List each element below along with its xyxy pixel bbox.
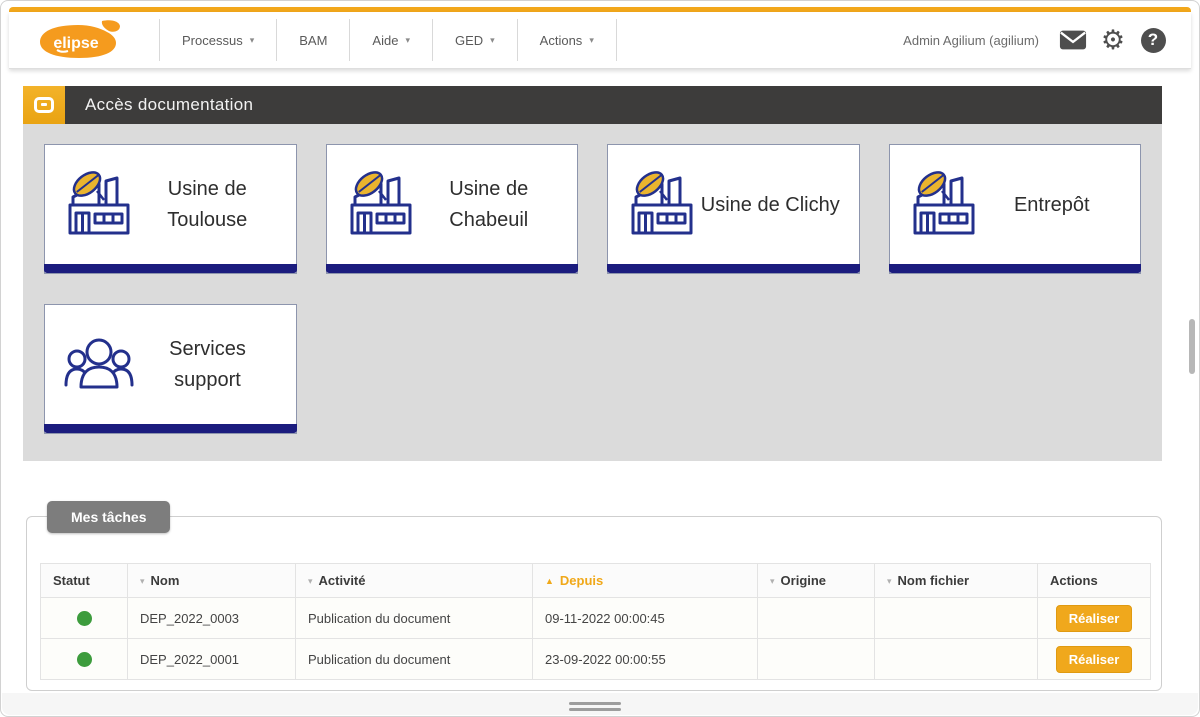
chevron-down-icon: ▾ — [589, 34, 594, 45]
resize-handle[interactable] — [569, 702, 621, 714]
column-label: Nom — [150, 573, 180, 588]
menu-item-label: GED — [454, 32, 484, 48]
main-menu: Processus ▾ BAM Aide ▾ GED ▾ Actions ▾ — [159, 19, 617, 61]
factory-leaf-icon — [68, 171, 130, 235]
card-usine-toulouse[interactable]: Usine de Toulouse — [44, 144, 297, 274]
logo-text: elipse — [53, 35, 98, 52]
menu-item-aide[interactable]: Aide ▾ — [350, 19, 433, 61]
column-header-depuis[interactable]: ▲ Depuis — [532, 563, 758, 598]
tab-mes-taches[interactable]: Mes tâches — [47, 501, 171, 533]
card-label: Usine de Chabeuil — [449, 178, 529, 231]
column-header-origine[interactable]: ▾ Origine — [757, 563, 875, 598]
sort-asc-icon: ▲ — [545, 576, 554, 586]
menu-item-ged[interactable]: GED ▾ — [433, 19, 518, 61]
navbar: elipse Processus ▾ BAM Aide ▾ GED ▾ Acti… — [9, 12, 1191, 69]
menu-item-bam[interactable]: BAM — [277, 19, 351, 61]
scrollbar-thumb[interactable] — [1189, 319, 1195, 374]
column-label: Actions — [1050, 573, 1098, 588]
card-label: Usine de Clichy — [700, 193, 840, 216]
cards-row: Usine de Toulouse Usine de Chabeuil Usin… — [44, 144, 1141, 274]
table-header-row: Statut ▾ Nom ▾ Activité ▲ Depuis ▾ Origine ▾… — [40, 563, 1151, 598]
column-header-activite[interactable]: ▾ Activité — [295, 563, 533, 598]
activite-cell: Publication du document — [295, 597, 533, 639]
nom-fichier-cell — [874, 597, 1038, 639]
nom-cell: DEP_2022_0003 — [127, 597, 296, 639]
sort-icon: ▾ — [887, 576, 892, 586]
menu-item-label: Actions — [539, 32, 583, 48]
column-label: Origine — [780, 573, 827, 588]
sort-icon: ▾ — [770, 576, 775, 586]
nom-fichier-cell — [874, 638, 1038, 680]
actions-cell: Réaliser — [1037, 597, 1151, 639]
chevron-down-icon: ▾ — [490, 34, 495, 45]
column-label: Depuis — [559, 573, 604, 588]
card-entrepot[interactable]: Entrepôt — [888, 144, 1141, 274]
table-row: DEP_2022_0003 Publication du document 09… — [40, 597, 1151, 639]
factory-leaf-icon — [913, 171, 974, 235]
actions-cell: Réaliser — [1037, 638, 1151, 680]
column-label: Statut — [53, 573, 90, 588]
realiser-button[interactable]: Réaliser — [1055, 604, 1133, 632]
logged-user-label: Admin Agilium (agilium) — [903, 32, 1039, 48]
factory-leaf-icon — [350, 171, 411, 235]
sort-icon: ▾ — [308, 576, 313, 586]
status-cell — [40, 597, 128, 639]
elipse-logo[interactable]: elipse — [31, 18, 131, 62]
chevron-down-icon: ▾ — [249, 34, 255, 45]
section-header: Accès documentation — [23, 86, 1162, 124]
depuis-cell: 23-09-2022 00:00:55 — [532, 638, 758, 680]
card-services-support[interactable]: Services support — [44, 304, 297, 434]
card-accent-bar — [888, 264, 1141, 273]
card-label: Usine de Toulouse — [167, 178, 248, 231]
column-header-nom-fichier[interactable]: ▾ Nom fichier — [874, 563, 1038, 598]
nom-cell: DEP_2022_0001 — [127, 638, 296, 680]
status-green-dot — [76, 651, 92, 667]
card-label: Services support — [169, 338, 246, 391]
app-window: elipse Processus ▾ BAM Aide ▾ GED ▾ Acti… — [0, 0, 1200, 717]
help-icon[interactable]: ? — [1139, 26, 1167, 54]
settings-icon[interactable]: ⚙ — [1099, 26, 1127, 54]
table-row: DEP_2022_0001 Publication du document 23… — [40, 638, 1151, 680]
mail-icon[interactable] — [1059, 26, 1087, 54]
status-green-dot — [76, 610, 92, 626]
origine-cell — [757, 638, 875, 680]
tasks-panel: Mes tâches Statut ▾ Nom ▾ Activité ▲ Depuis… — [26, 501, 1162, 691]
chevron-down-icon: ▾ — [405, 34, 410, 45]
menu-item-processus[interactable]: Processus ▾ — [159, 19, 278, 61]
realiser-button[interactable]: Réaliser — [1055, 645, 1133, 673]
card-label: Entrepôt — [1013, 193, 1090, 216]
cards-row: Services support — [44, 304, 1141, 434]
sort-icon: ▾ — [140, 576, 145, 586]
documentation-access-area: Usine de Toulouse Usine de Chabeuil Usin… — [23, 124, 1162, 461]
column-label: Activité — [318, 573, 366, 588]
factory-leaf-icon — [631, 171, 693, 235]
column-label: Nom fichier — [897, 573, 970, 588]
menu-item-actions[interactable]: Actions ▾ — [518, 19, 617, 61]
column-header-actions[interactable]: Actions — [1037, 563, 1151, 598]
card-accent-bar — [325, 264, 578, 273]
column-header-nom[interactable]: ▾ Nom — [127, 563, 296, 598]
help-glyph: ? — [1140, 27, 1166, 53]
card-usine-chabeuil[interactable]: Usine de Chabeuil — [325, 144, 578, 274]
documentation-icon — [23, 86, 65, 124]
card-usine-clichy[interactable]: Usine de Clichy — [607, 144, 860, 274]
card-accent-bar — [44, 264, 297, 273]
menu-item-label: BAM — [299, 32, 328, 48]
depuis-cell: 09-11-2022 00:00:45 — [532, 597, 758, 639]
status-cell — [40, 638, 128, 680]
card-accent-bar — [44, 424, 297, 433]
gear-glyph: ⚙ — [1100, 24, 1126, 56]
menu-item-label: Processus — [182, 32, 243, 48]
tasks-table: Statut ▾ Nom ▾ Activité ▲ Depuis ▾ Origine ▾… — [40, 563, 1151, 680]
people-icon — [64, 338, 134, 389]
column-header-statut[interactable]: Statut — [40, 563, 128, 598]
card-accent-bar — [607, 264, 860, 273]
section-title: Accès documentation — [85, 95, 254, 114]
navbar-right: Admin Agilium (agilium) ⚙ ? — [903, 26, 1167, 54]
menu-item-label: Aide — [372, 32, 399, 48]
activite-cell: Publication du document — [295, 638, 533, 680]
origine-cell — [757, 597, 875, 639]
